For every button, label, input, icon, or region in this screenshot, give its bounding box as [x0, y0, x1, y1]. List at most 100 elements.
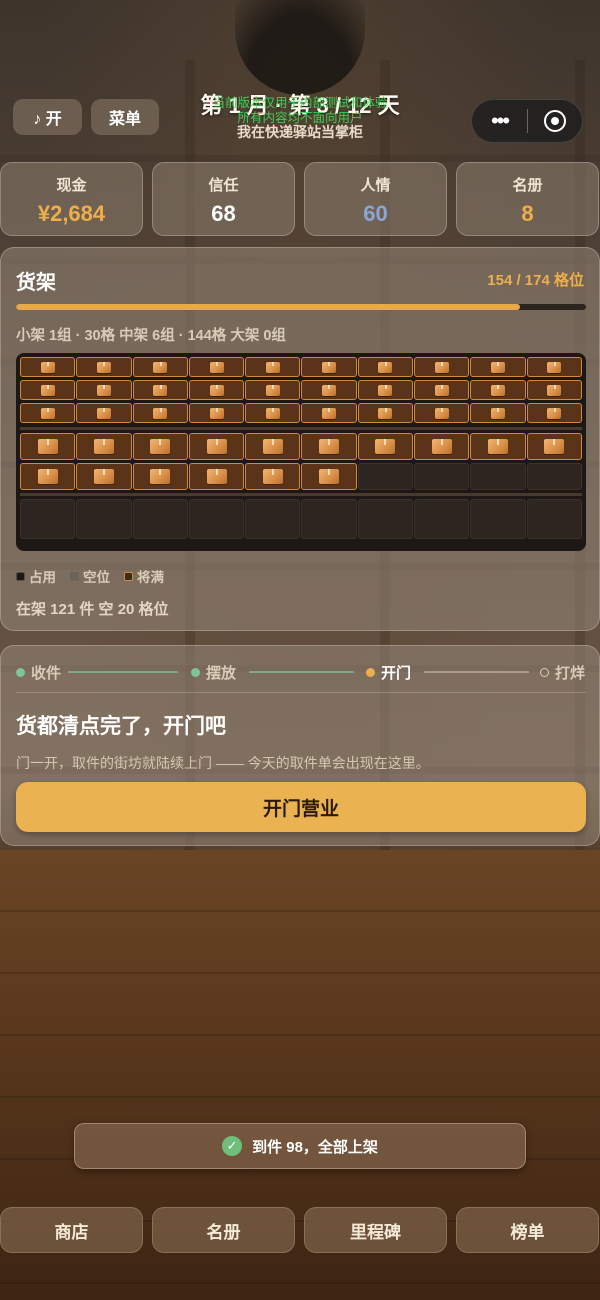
shelf-slot-filled[interactable] [301, 380, 357, 400]
stat-card-trust: 信任 68 [152, 162, 295, 236]
shelf-slot-filled[interactable] [414, 380, 470, 400]
shelf-slot-filled[interactable] [301, 463, 357, 490]
shelf-slot-filled[interactable] [188, 380, 245, 400]
shelf-slot-empty[interactable] [357, 463, 414, 490]
step-label: 开门 [381, 665, 412, 682]
shelf-slot-filled[interactable] [526, 380, 582, 400]
shelf-slot-filled[interactable] [76, 403, 132, 423]
shelf-slot-filled[interactable] [301, 357, 357, 377]
shelf-slot-filled[interactable] [414, 357, 470, 377]
menu-button-label: 菜单 [108, 111, 141, 128]
mid-shelf-row [20, 463, 582, 490]
shelf-slot-filled[interactable] [76, 463, 132, 490]
parcel-box-icon [434, 384, 449, 396]
shelf-slot-filled[interactable] [188, 463, 245, 490]
parcel-box-icon [547, 361, 562, 373]
shelf-slot-filled[interactable] [245, 357, 301, 377]
nav-button-label: 里程碑 [350, 1222, 401, 1242]
shelf-legend: 占用 空位 将满 [16, 566, 164, 586]
shelf-slot-filled[interactable] [301, 433, 357, 460]
shelf-slot-filled[interactable] [357, 380, 414, 400]
target-ring-icon[interactable] [544, 110, 566, 132]
shelf-slot-filled[interactable] [414, 403, 470, 423]
stat-label: 现金 [56, 177, 87, 194]
shelf-slot-filled[interactable] [526, 357, 582, 377]
shelf-slot-empty[interactable] [20, 499, 76, 539]
shelf-slot-filled[interactable] [20, 380, 76, 400]
shelf-slot-filled[interactable] [526, 403, 582, 423]
shelf-slot-filled[interactable] [357, 357, 414, 377]
shelf-slot-filled[interactable] [245, 433, 301, 460]
shelf-slot-empty[interactable] [132, 499, 188, 539]
shelf-slot-empty[interactable] [470, 463, 526, 490]
shelf-slot-empty[interactable] [470, 499, 526, 539]
open-shop-button[interactable]: 开门营业 [16, 782, 586, 832]
shelf-grid[interactable] [16, 353, 586, 551]
parcel-box-icon [322, 384, 337, 396]
shelf-slot-empty[interactable] [526, 499, 582, 539]
shelf-slot-filled[interactable] [526, 433, 582, 460]
shelf-slot-filled[interactable] [414, 433, 470, 460]
legend-item: 空位 [70, 566, 110, 586]
miniprogram-capsule: ••• [471, 99, 583, 143]
shelf-slot-filled[interactable] [470, 403, 526, 423]
shelf-slot-empty[interactable] [76, 499, 132, 539]
legend-swatch [124, 571, 133, 581]
parcel-box-icon [93, 469, 114, 484]
shelf-slot-filled[interactable] [20, 357, 76, 377]
shelf-slot-empty[interactable] [188, 499, 245, 539]
shelf-slot-filled[interactable] [470, 357, 526, 377]
stat-value: 8 [521, 201, 534, 226]
shelf-slot-filled[interactable] [132, 463, 188, 490]
shelf-slot-filled[interactable] [132, 433, 188, 460]
shelf-slot-empty[interactable] [526, 463, 582, 490]
nav-button-leaderboard[interactable]: 榜单 [456, 1207, 599, 1253]
nav-button-shop[interactable]: 商店 [0, 1207, 143, 1253]
shelf-slot-filled[interactable] [357, 403, 414, 423]
parcel-box-icon [491, 407, 506, 419]
shelf-slot-filled[interactable] [245, 403, 301, 423]
shelf-slot-filled[interactable] [301, 403, 357, 423]
shelf-slot-empty[interactable] [301, 499, 357, 539]
stat-label: 人情 [360, 177, 391, 194]
parcel-box-icon [544, 439, 565, 454]
shelf-slot-filled[interactable] [132, 380, 188, 400]
parcel-box-icon [37, 469, 58, 484]
shelf-slot-filled[interactable] [20, 463, 76, 490]
stat-value: 68 [211, 201, 236, 226]
shelf-slot-filled[interactable] [357, 433, 414, 460]
shelf-slot-empty[interactable] [357, 499, 414, 539]
mid-shelf-row [20, 499, 582, 539]
more-dots-icon[interactable]: ••• [472, 110, 527, 132]
shelf-slot-filled[interactable] [188, 403, 245, 423]
open-shop-button-label: 开门营业 [262, 798, 339, 820]
shelf-slot-filled[interactable] [20, 433, 76, 460]
shelf-slot-filled[interactable] [470, 433, 526, 460]
shelf-slot-empty[interactable] [414, 463, 470, 490]
menu-button[interactable]: 菜单 [91, 99, 159, 135]
nav-button-milestones[interactable]: 里程碑 [304, 1207, 447, 1253]
shelf-slot-filled[interactable] [245, 380, 301, 400]
stat-label: 名册 [512, 177, 543, 194]
step-connector [249, 671, 354, 673]
nav-button-roster[interactable]: 名册 [152, 1207, 295, 1253]
shelf-slot-filled[interactable] [132, 403, 188, 423]
shelf-title: 货架 [16, 272, 56, 294]
legend-item: 将满 [124, 566, 164, 586]
shelf-slot-filled[interactable] [188, 433, 245, 460]
step-connector [424, 671, 529, 673]
shelf-slot-filled[interactable] [188, 357, 245, 377]
shelf-slot-empty[interactable] [414, 499, 470, 539]
shelf-slot-empty[interactable] [245, 499, 301, 539]
shelf-progress-bar [16, 304, 586, 310]
shelf-slot-filled[interactable] [76, 357, 132, 377]
parcel-box-icon [491, 361, 506, 373]
parcel-box-icon [265, 407, 280, 419]
shelf-slot-filled[interactable] [132, 357, 188, 377]
shelf-slot-filled[interactable] [245, 463, 301, 490]
shelf-slot-filled[interactable] [76, 433, 132, 460]
shelf-slot-filled[interactable] [76, 380, 132, 400]
music-toggle-button[interactable]: ♪ 开 [13, 99, 82, 135]
shelf-slot-filled[interactable] [470, 380, 526, 400]
shelf-slot-filled[interactable] [20, 403, 76, 423]
